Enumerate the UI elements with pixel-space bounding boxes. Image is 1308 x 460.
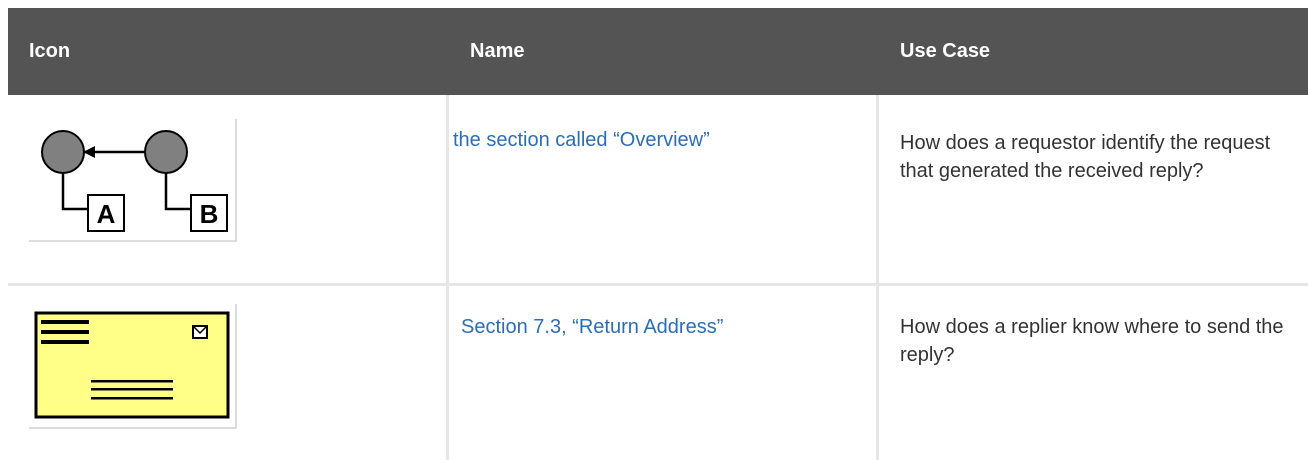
overview-link[interactable]: the section called “Overview” [453, 126, 873, 154]
table-row: A B the section called “Overview” How do… [8, 95, 1308, 283]
use-case-text: How does a replier know where to send th… [900, 316, 1284, 366]
header-use-case: Use Case [900, 40, 991, 62]
column-divider [876, 286, 879, 460]
table-row: Section 7.3, “Return Address” How does a… [8, 286, 1308, 460]
correlation-identifier-icon: A B [29, 119, 237, 242]
box-a-label: A [97, 199, 116, 229]
column-divider [876, 95, 879, 283]
box-b-label: B [200, 199, 219, 229]
column-divider [446, 286, 449, 460]
header-name: Name [470, 40, 525, 62]
header-icon: Icon [29, 40, 71, 62]
column-divider [446, 95, 449, 283]
patterns-table: Icon Name Use Case A B the section calle… [8, 8, 1308, 460]
return-address-link[interactable]: Section 7.3, “Return Address” [461, 313, 871, 341]
table-header: Icon Name Use Case [8, 8, 1308, 95]
return-address-envelope-icon [29, 304, 237, 429]
use-case-text: How does a requestor identify the reques… [900, 132, 1271, 182]
